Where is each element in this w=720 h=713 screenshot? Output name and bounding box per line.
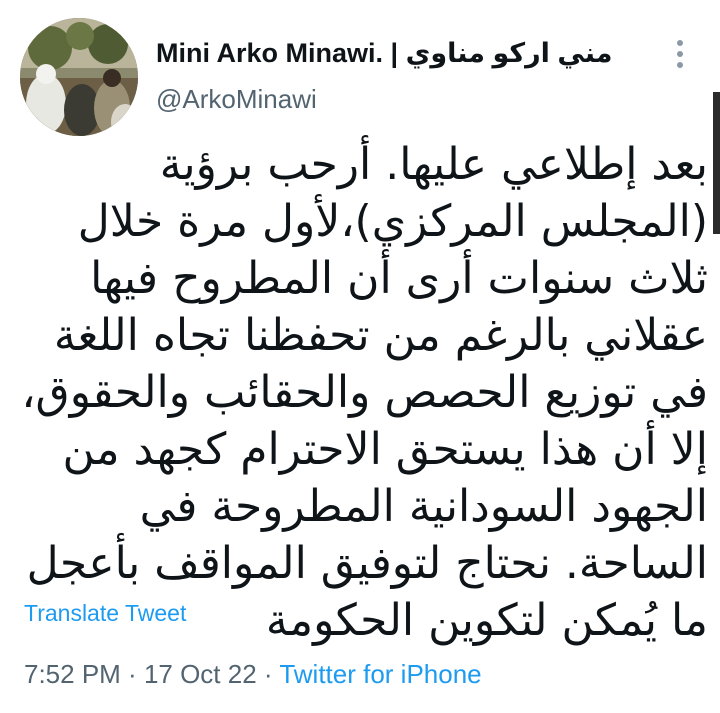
tweet: Mini Arko Minawi. | مني اركو مناوي @Arko… xyxy=(0,0,720,713)
translate-tweet-link[interactable]: Translate Tweet xyxy=(24,600,186,627)
display-name[interactable]: Mini Arko Minawi. | مني اركو مناوي xyxy=(156,38,612,69)
tweet-metadata: 7:52 PM · 17 Oct 22 · Twitter for iPhone xyxy=(24,659,482,690)
tweet-source-link[interactable]: Twitter for iPhone xyxy=(279,659,481,689)
tweet-text: بعد إطلاعي عليها. أرحب برؤية (المجلس الم… xyxy=(21,139,708,646)
more-vertical-icon[interactable] xyxy=(670,34,692,74)
tweet-time[interactable]: 7:52 PM xyxy=(24,659,121,689)
tweet-date[interactable]: 17 Oct 22 xyxy=(144,659,257,689)
separator: · xyxy=(120,659,144,689)
user-handle[interactable]: @ArkoMinawi xyxy=(156,84,317,115)
scrollbar[interactable] xyxy=(713,92,720,234)
separator: · xyxy=(256,659,280,689)
avatar[interactable] xyxy=(20,18,138,136)
